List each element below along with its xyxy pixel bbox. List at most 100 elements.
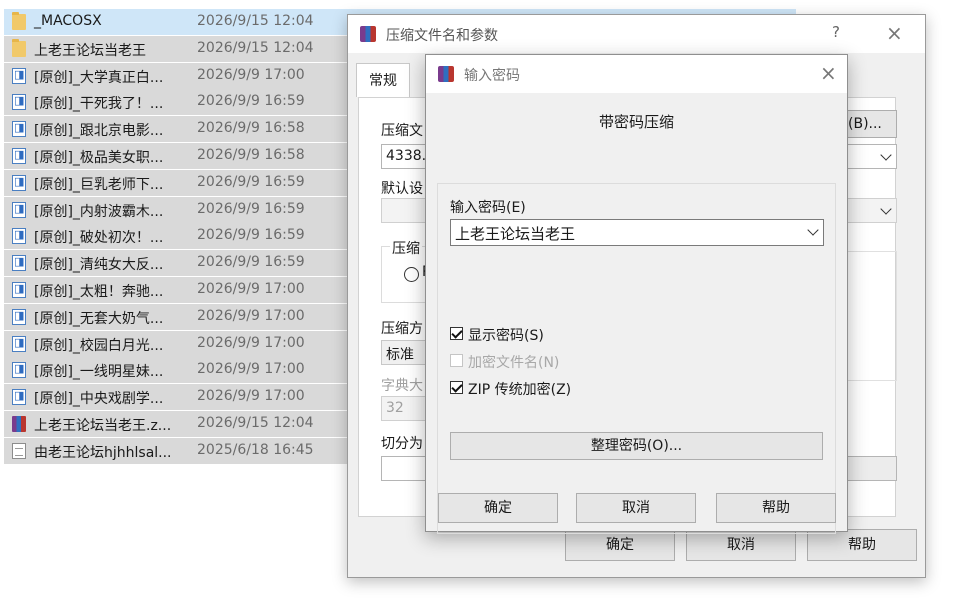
file-row[interactable]: [原创]_清纯女大反... 2026/9/9 16:59	[4, 250, 351, 277]
password-dialog-titlebar: 输入密码 ×	[426, 55, 847, 93]
file-name: 由老王论坛hjhhlsal...	[34, 444, 172, 461]
document-icon	[12, 255, 26, 272]
file-name: [原创]_巨乳老师下...	[34, 176, 164, 193]
document-icon	[12, 121, 26, 138]
format-group-label: 压缩	[390, 238, 422, 258]
close-icon[interactable]: ×	[886, 23, 903, 43]
password-value: 上老王论坛当老王	[455, 225, 576, 243]
file-name: [原创]_清纯女大反...	[34, 257, 164, 274]
file-row[interactable]: [原创]_内射波霸木... 2026/9/9 16:59	[4, 196, 351, 223]
file-date: 2026/9/9 17:00	[197, 388, 305, 405]
file-row[interactable]: [原创]_干死我了！... 2026/9/9 16:59	[4, 89, 351, 116]
file-row[interactable]: [原创]_一线明星妹... 2026/9/9 17:00	[4, 357, 351, 384]
winrar-archive-icon	[12, 416, 26, 432]
password-cancel-button[interactable]: 取消	[576, 493, 696, 523]
file-row[interactable]: 上老王论坛当老王 2026/9/15 12:04	[4, 35, 351, 62]
file-name: [原创]_内射波霸木...	[34, 203, 164, 220]
encrypt-names-label: 加密文件名(N)	[468, 355, 560, 371]
format-radio[interactable]	[404, 267, 419, 282]
file-date: 2026/9/9 17:00	[197, 281, 305, 297]
password-ok-button[interactable]: 确定	[438, 493, 558, 523]
file-name: [原创]_干死我了！...	[34, 96, 164, 113]
file-date: 2026/9/15 12:04	[197, 415, 314, 431]
file-name: [原创]_太粗！奔驰...	[34, 284, 164, 300]
document-icon	[12, 201, 26, 218]
file-row[interactable]: [原创]_太粗！奔驰... 2026/9/9 17:00	[4, 277, 351, 303]
file-date: 2026/9/9 16:59	[197, 93, 305, 110]
chevron-down-icon	[880, 203, 892, 215]
show-password-checkbox[interactable]	[450, 327, 463, 340]
encrypt-names-checkbox[interactable]	[450, 354, 463, 367]
file-row[interactable]: [原创]_中央戏剧学... 2026/9/9 17:00	[4, 384, 351, 411]
file-name: 上老王论坛当老王.z...	[34, 418, 172, 434]
archive-name-label: 压缩文	[381, 123, 423, 139]
file-date: 2026/9/9 16:59	[197, 227, 305, 244]
file-name: 上老王论坛当老王	[34, 42, 146, 59]
file-date: 2026/9/9 17:00	[197, 361, 305, 378]
document-icon	[12, 308, 26, 325]
dict-size-value: 32	[386, 400, 404, 416]
file-date: 2026/9/9 16:59	[197, 173, 305, 190]
file-date: 2026/9/15 12:04	[197, 13, 314, 29]
file-row[interactable]: [原创]_大学真正白... 2026/9/9 17:00	[4, 62, 351, 89]
zip-legacy-label: ZIP 传统加密(Z)	[468, 382, 572, 398]
split-label: 切分为	[381, 436, 423, 452]
document-icon	[12, 335, 26, 352]
help-button[interactable]: ?	[832, 23, 840, 41]
document-icon	[12, 94, 26, 111]
file-date: 2026/9/9 16:59	[197, 200, 305, 217]
file-name: [原创]_破处初次！...	[34, 230, 164, 247]
file-date: 2026/9/9 16:58	[197, 147, 305, 163]
file-date: 2026/9/9 17:00	[197, 334, 305, 351]
file-date: 2026/9/9 17:00	[197, 66, 305, 83]
chevron-down-icon	[880, 149, 892, 161]
file-row[interactable]: [原创]_校园白月光... 2026/9/9 17:00	[4, 330, 351, 357]
password-dialog-title: 输入密码	[464, 68, 520, 84]
file-name: [原创]_跟北京电影...	[34, 123, 164, 140]
organize-passwords-button[interactable]: 整理密码(O)...	[450, 432, 823, 460]
file-date: 2025/6/18 16:45	[197, 441, 314, 458]
document-icon	[12, 174, 26, 191]
document-icon	[12, 282, 26, 298]
file-date: 2026/9/9 17:00	[197, 307, 305, 324]
file-row[interactable]: 由老王论坛hjhhlsal... 2025/6/18 16:45	[4, 437, 351, 464]
archive-dialog-title: 压缩文件名和参数	[386, 28, 498, 44]
tab-general[interactable]: 常规	[356, 63, 410, 97]
archive-dialog-titlebar: 压缩文件名和参数 ? ×	[348, 15, 925, 53]
file-name: [原创]_一线明星妹...	[34, 364, 164, 381]
file-name: [原创]_校园白月光...	[34, 337, 164, 354]
file-row[interactable]: [原创]_极品美女职... 2026/9/9 16:58	[4, 143, 351, 169]
file-name: _MACOSX	[34, 13, 102, 29]
file-row[interactable]: [原创]_跟北京电影... 2026/9/9 16:58	[4, 116, 351, 143]
password-help-button[interactable]: 帮助	[716, 493, 836, 523]
zip-legacy-checkbox[interactable]	[450, 381, 463, 394]
text-file-icon	[12, 442, 26, 459]
chevron-down-icon[interactable]	[807, 224, 819, 236]
dict-size-label: 字典大	[381, 378, 423, 394]
method-value: 标准	[386, 347, 414, 363]
file-row[interactable]: [原创]_无套大奶气... 2026/9/9 17:00	[4, 303, 351, 330]
method-label: 压缩方	[381, 321, 423, 337]
document-icon	[12, 148, 26, 164]
folder-icon	[12, 38, 26, 57]
password-heading: 带密码压缩	[598, 113, 674, 131]
close-icon[interactable]: ×	[820, 63, 837, 83]
file-row[interactable]: [原创]_破处初次！... 2026/9/9 16:59	[4, 223, 351, 250]
folder-icon	[12, 12, 26, 30]
password-dialog: 输入密码 × 带密码压缩 输入密码(E) 上老王论坛当老王 显示密码(S) 加密…	[425, 54, 848, 534]
file-name: [原创]_极品美女职...	[34, 150, 164, 166]
file-row[interactable]: [原创]_巨乳老师下... 2026/9/9 16:59	[4, 169, 351, 196]
winrar-icon	[438, 66, 454, 82]
file-date: 2026/9/9 16:59	[197, 254, 305, 271]
file-date: 2026/9/9 16:58	[197, 120, 305, 137]
password-input[interactable]: 上老王论坛当老王	[450, 219, 824, 246]
document-icon	[12, 228, 26, 245]
file-name: [原创]_大学真正白...	[34, 69, 164, 86]
show-password-label: 显示密码(S)	[468, 328, 544, 344]
enter-password-label: 输入密码(E)	[450, 200, 526, 216]
file-name: [原创]_中央戏剧学...	[34, 391, 164, 408]
document-icon	[12, 67, 26, 84]
file-row[interactable]: 上老王论坛当老王.z... 2026/9/15 12:04	[4, 411, 351, 437]
default-profile-label: 默认设	[381, 181, 423, 197]
document-icon	[12, 362, 26, 379]
